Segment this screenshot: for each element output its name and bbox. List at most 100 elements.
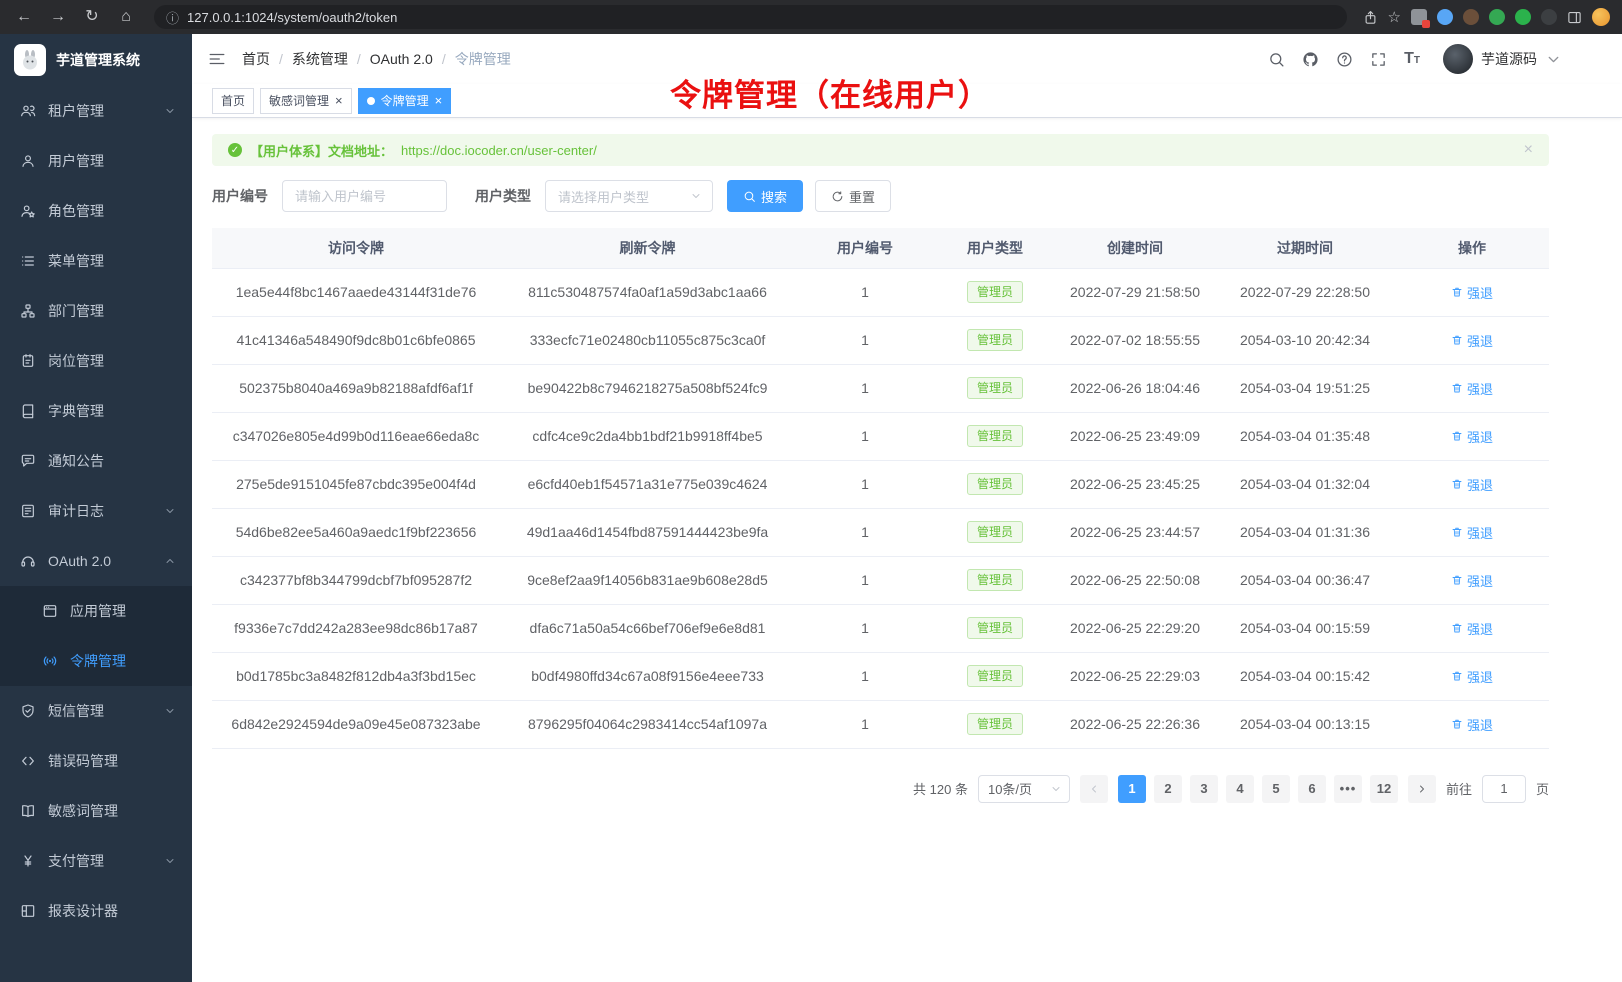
force-logout-button[interactable]: 强退 (1451, 715, 1493, 734)
force-logout-button[interactable]: 强退 (1451, 619, 1493, 638)
next-page-button[interactable] (1408, 775, 1436, 803)
reload-icon[interactable]: ↻ (80, 0, 104, 34)
table-row: c342377bf8b344799dcbf7bf095287f29ce8ef2a… (212, 556, 1549, 604)
force-logout-button[interactable]: 强退 (1451, 379, 1493, 398)
force-logout-button[interactable]: 强退 (1451, 571, 1493, 590)
sidebar-item-notice[interactable]: 通知公告 (0, 436, 192, 486)
pager-ellipsis[interactable]: ••• (1334, 775, 1362, 803)
created-time-cell: 2022-07-02 18:55:55 (1055, 316, 1215, 364)
page-button-5[interactable]: 5 (1262, 775, 1290, 803)
sidebar-item-post[interactable]: 岗位管理 (0, 336, 192, 386)
force-logout-button[interactable]: 强退 (1451, 475, 1493, 494)
user-id-input[interactable] (282, 180, 447, 212)
sidebar-item-error-code[interactable]: 错误码管理 (0, 736, 192, 786)
site-info-icon[interactable]: ⓘ (166, 8, 179, 27)
breadcrumb-item[interactable]: OAuth 2.0 (370, 51, 433, 67)
back-icon[interactable]: ← (12, 0, 36, 34)
fullscreen-icon[interactable] (1370, 51, 1387, 68)
table-row: 275e5de9151045fe87cbdc395e004f4de6cfd40e… (212, 460, 1549, 508)
page-button-3[interactable]: 3 (1190, 775, 1218, 803)
prev-page-button[interactable] (1080, 775, 1108, 803)
force-logout-button[interactable]: 强退 (1451, 283, 1493, 302)
table-header-row: 访问令牌刷新令牌用户编号用户类型创建时间过期时间操作 (212, 228, 1549, 268)
sidebar-item-dict[interactable]: 字典管理 (0, 386, 192, 436)
user-menu[interactable]: 芋道源码 (1443, 44, 1562, 74)
search-icon[interactable] (1268, 51, 1285, 68)
address-bar[interactable]: ⓘ 127.0.0.1:1024/system/oauth2/token (154, 5, 1347, 29)
hamburger-icon[interactable] (208, 50, 226, 68)
force-logout-button[interactable]: 强退 (1451, 523, 1493, 542)
breadcrumb-item[interactable]: 系统管理 (292, 49, 348, 69)
page-button-2[interactable]: 2 (1154, 775, 1182, 803)
sidebar-item-dept[interactable]: 部门管理 (0, 286, 192, 336)
dept-icon (20, 303, 36, 319)
extension-icon-1[interactable] (1411, 9, 1427, 25)
select-caret-icon (1050, 783, 1062, 795)
extension-icon-5[interactable] (1515, 9, 1531, 25)
font-size-icon[interactable]: TT (1404, 51, 1420, 67)
sidebar-item-tenant[interactable]: 租户管理 (0, 86, 192, 136)
sidebar-item-audit-log[interactable]: 审计日志 (0, 486, 192, 536)
extension-icon-3[interactable] (1463, 9, 1479, 25)
column-header: 刷新令牌 (500, 228, 795, 268)
force-logout-button[interactable]: 强退 (1451, 667, 1493, 686)
page-button-1[interactable]: 1 (1118, 775, 1146, 803)
page-size-value: 10条/页 (988, 779, 1032, 798)
pager-pages: 123456•••12 (1118, 775, 1398, 803)
share-icon[interactable] (1363, 10, 1378, 25)
column-header: 用户类型 (935, 228, 1055, 268)
access-token-cell: 502375b8040a469a9b82188afdf6af1f (212, 364, 500, 412)
home-icon[interactable]: ⌂ (114, 0, 138, 34)
sidebar-item-user[interactable]: 用户管理 (0, 136, 192, 186)
search-button[interactable]: 搜索 (727, 180, 803, 212)
github-icon[interactable] (1302, 51, 1319, 68)
close-icon[interactable]: × (335, 94, 343, 107)
bookmark-star-icon[interactable]: ☆ (1388, 8, 1401, 26)
user-type-select[interactable]: 请选择用户类型 (545, 180, 713, 212)
sidebar-item-role[interactable]: 角色管理 (0, 186, 192, 236)
sidebar-item-menu[interactable]: 菜单管理 (0, 236, 192, 286)
side-panel-icon[interactable] (1567, 10, 1582, 25)
alert-close-icon[interactable]: × (1524, 142, 1533, 158)
sidebar-item-label: 用户管理 (48, 151, 104, 171)
column-header: 访问令牌 (212, 228, 500, 268)
created-time-cell: 2022-06-25 22:26:36 (1055, 700, 1215, 748)
reset-button[interactable]: 重置 (815, 180, 891, 212)
doc-link[interactable]: https://doc.iocoder.cn/user-center/ (401, 143, 597, 158)
tab-token[interactable]: 令牌管理 × (358, 88, 452, 114)
force-logout-button[interactable]: 强退 (1451, 427, 1493, 446)
sidebar-item-sms[interactable]: 短信管理 (0, 686, 192, 736)
app-logo[interactable]: 芋道管理系统 (0, 34, 192, 86)
force-logout-button[interactable]: 强退 (1451, 331, 1493, 350)
tags-bar: 首页敏感词管理× 令牌管理 × (192, 84, 1622, 118)
access-token-cell: 275e5de9151045fe87cbdc395e004f4d (212, 460, 500, 508)
page-button-4[interactable]: 4 (1226, 775, 1254, 803)
page-size-select[interactable]: 10条/页 (978, 775, 1070, 803)
browser-profile-avatar[interactable] (1592, 8, 1610, 26)
tab-label: 令牌管理 (381, 92, 429, 109)
sidebar-item-sensitive[interactable]: 敏感词管理 (0, 786, 192, 836)
tab-home[interactable]: 首页 (212, 88, 254, 114)
tab-sensitive[interactable]: 敏感词管理× (260, 88, 352, 114)
token-table: 访问令牌刷新令牌用户编号用户类型创建时间过期时间操作 1ea5e44f8bc14… (212, 228, 1549, 749)
sidebar-item-report[interactable]: 报表设计器 (0, 886, 192, 936)
goto-page-input[interactable] (1482, 775, 1526, 803)
breadcrumb-item[interactable]: 首页 (242, 49, 270, 69)
extension-icon-4[interactable] (1489, 9, 1505, 25)
extension-icon-2[interactable] (1437, 9, 1453, 25)
table-row: 1ea5e44f8bc1467aaede43144f31de76811c5304… (212, 268, 1549, 316)
page-button-6[interactable]: 6 (1298, 775, 1326, 803)
sidebar-item-oauth2[interactable]: OAuth 2.0 (0, 536, 192, 586)
sidebar-item-pay[interactable]: 支付管理 (0, 836, 192, 886)
trash-icon (1451, 382, 1463, 394)
sidebar-item-oauth2-token[interactable]: 令牌管理 (0, 636, 192, 686)
forward-icon[interactable]: → (46, 0, 70, 34)
app-title: 芋道管理系统 (56, 50, 140, 70)
page-button-12[interactable]: 12 (1370, 775, 1398, 803)
dict-icon (20, 403, 36, 419)
sidebar-item-oauth2-app[interactable]: 应用管理 (0, 586, 192, 636)
close-icon[interactable]: × (435, 94, 443, 107)
action-cell: 强退 (1395, 604, 1549, 652)
extension-icon-6[interactable] (1541, 9, 1557, 25)
help-icon[interactable] (1336, 51, 1353, 68)
